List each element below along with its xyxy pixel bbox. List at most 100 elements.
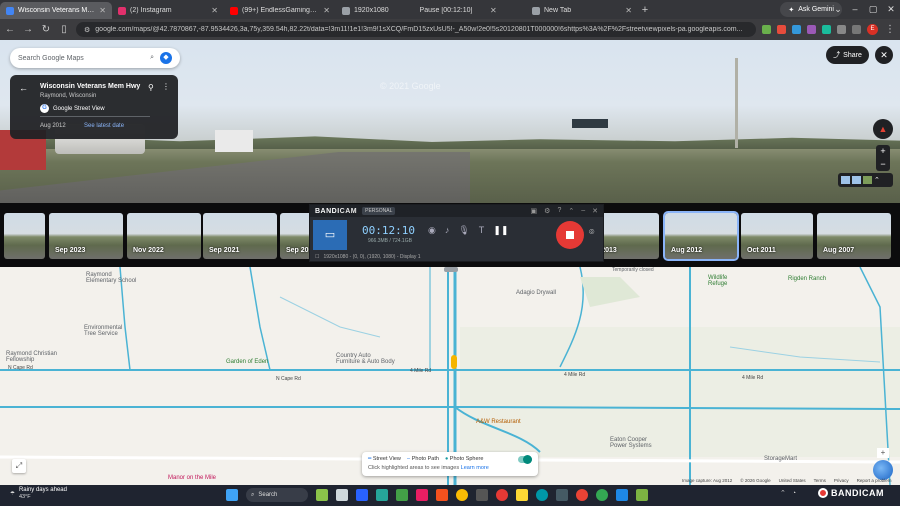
help-icon[interactable]: ? — [557, 207, 561, 215]
zoom-out-button[interactable]: − — [876, 158, 890, 171]
map-label-church[interactable]: Raymond Christian Fellowship — [6, 351, 57, 363]
app-icon[interactable] — [376, 489, 388, 501]
webcam-icon[interactable]: ◉ — [428, 225, 436, 236]
collapse-icon[interactable]: ⌃ — [568, 207, 574, 215]
extension-icon[interactable] — [807, 25, 816, 34]
file-explorer-icon[interactable] — [516, 489, 528, 501]
map-label-drywall[interactable]: Adagio Drywall — [516, 290, 556, 296]
see-latest-date-link[interactable]: See latest date — [84, 123, 124, 129]
display-checkbox[interactable]: ☐ — [315, 254, 319, 260]
search-box[interactable]: Search Google Maps ⌕ ◆ — [10, 48, 180, 68]
weather-widget[interactable]: ☂ Rainy days ahead 43°F — [10, 487, 67, 501]
app-icon[interactable] — [616, 489, 628, 501]
network-icon[interactable]: ◔ — [792, 490, 796, 497]
close-tab-icon[interactable]: ✕ — [99, 6, 106, 15]
expand-icon[interactable]: ⌃ — [874, 176, 880, 184]
extension-icon[interactable] — [822, 25, 831, 34]
app-icon[interactable] — [556, 489, 568, 501]
pegman-icon[interactable] — [451, 355, 457, 369]
chrome-icon[interactable] — [576, 489, 588, 501]
attribution-item[interactable]: Privacy — [834, 478, 849, 483]
close-tab-icon[interactable]: ✕ — [211, 6, 218, 15]
map-view[interactable]: Raymond Elementary School Environmental Tr… — [0, 267, 900, 485]
street-view-toggle[interactable] — [518, 455, 532, 464]
timeline-thumbnail[interactable]: Sep 2023 — [49, 213, 123, 259]
map-pin-icon[interactable]: ⚲ — [148, 83, 154, 92]
map-label-manor[interactable]: Manor on the Mile — [168, 475, 216, 481]
tab-search-icon[interactable]: ⌄ — [830, 0, 846, 19]
search-input[interactable]: Search Google Maps — [18, 55, 144, 62]
search-icon[interactable]: ⌕ — [150, 54, 154, 62]
microphone-icon[interactable]: 🎙 — [458, 225, 469, 236]
pause-icon[interactable]: ❚❚ — [493, 225, 508, 236]
bandicam-icon[interactable] — [496, 489, 508, 501]
minimize-button[interactable]: – — [581, 207, 585, 215]
timeline-thumbnail[interactable]: Aug 2007 — [817, 213, 891, 259]
menu-icon[interactable]: ⋮ — [884, 24, 896, 35]
attribution-item[interactable]: Report a problem — [857, 478, 892, 483]
close-tab-icon[interactable]: ✕ — [625, 6, 632, 15]
app-icon[interactable] — [636, 489, 648, 501]
vs-app-icon[interactable] — [356, 489, 368, 501]
folder-icon[interactable]: ▣ — [531, 207, 538, 215]
close-tab-icon[interactable]: ✕ — [490, 6, 497, 15]
reload-button[interactable]: ↻ — [40, 24, 52, 35]
extension-icon[interactable] — [762, 25, 771, 34]
widgets-icon[interactable] — [316, 489, 328, 501]
tab-new-tab[interactable]: New Tab ✕ — [526, 2, 638, 19]
map-label-wildlife[interactable]: Wildlife Refuge — [708, 275, 727, 287]
extension-icon[interactable] — [792, 25, 801, 34]
map-label-auto-body[interactable]: Country Auto Furniture & Auto Body — [336, 353, 395, 365]
app-icon[interactable] — [416, 489, 428, 501]
minimize-button[interactable]: – — [846, 0, 864, 19]
chevron-up-icon[interactable]: ⌃ — [780, 489, 786, 497]
map-label-school[interactable]: Raymond Elementary School — [86, 272, 136, 284]
map-label-eaton[interactable]: Eaton Cooper Power Systems — [610, 437, 652, 449]
puzzle-icon[interactable] — [837, 25, 846, 34]
share-button[interactable]: ⤴ Share — [826, 46, 869, 64]
timeline-thumbnail[interactable]: Oct 2011 — [741, 213, 813, 259]
map-label-aw[interactable]: A&W Restaurant — [476, 419, 521, 425]
address-bar[interactable]: ⚙ google.com/maps/@42.7870867,-87.953442… — [76, 22, 756, 37]
map-zoom-in-button[interactable]: + — [877, 448, 889, 458]
more-options-icon[interactable]: ⋮ — [162, 82, 170, 91]
screenshot-camera-icon[interactable]: ⌾ — [589, 227, 594, 238]
close-tab-icon[interactable]: ✕ — [323, 6, 330, 15]
back-button[interactable]: ← — [4, 24, 16, 35]
zoom-in-button[interactable]: + — [876, 145, 890, 158]
task-view-icon[interactable] — [336, 489, 348, 501]
timeline-thumbnail[interactable]: Sep 2021 — [203, 213, 277, 259]
timeline-thumbnail[interactable]: Aug 2012 — [663, 211, 739, 261]
back-arrow-icon[interactable]: ← — [19, 83, 28, 93]
side-panel-icon[interactable] — [852, 25, 861, 34]
globe-view-icon[interactable] — [873, 460, 893, 480]
windows-start-icon[interactable] — [226, 489, 238, 501]
profile-avatar[interactable]: E — [867, 24, 878, 35]
app-icon[interactable] — [436, 489, 448, 501]
map-label-ranch[interactable]: Rigden Ranch — [788, 276, 826, 282]
timeline-thumbnail[interactable]: Nov 2022 — [127, 213, 201, 259]
fullscreen-icon[interactable]: ⤢ — [12, 459, 26, 473]
speaker-icon[interactable]: ♪ — [445, 225, 450, 236]
app-icon[interactable] — [396, 489, 408, 501]
tab-recording[interactable]: 1920x1080 Pause [00:12:10] ✕ — [336, 2, 526, 19]
close-window-button[interactable]: ✕ — [882, 0, 900, 19]
forward-button[interactable]: → — [22, 24, 34, 35]
compass-icon[interactable]: ▲ — [873, 119, 893, 139]
chrome-icon[interactable] — [456, 489, 468, 501]
directions-icon[interactable]: ◆ — [160, 52, 172, 64]
learn-more-link[interactable]: Learn more — [461, 465, 489, 471]
site-info-icon[interactable]: ⚙ — [84, 26, 90, 34]
tab-instagram[interactable]: (2) Instagram ✕ — [112, 2, 224, 19]
maximize-button[interactable]: ▢ — [864, 0, 882, 19]
close-button[interactable]: ✕ — [592, 207, 598, 215]
attribution-item[interactable]: Terms — [814, 478, 826, 483]
map-label-storagemart[interactable]: StorageMart — [764, 456, 797, 462]
new-tab-button[interactable]: + — [638, 2, 652, 19]
map-label-garden[interactable]: Garden of Eden — [226, 359, 268, 365]
edge-icon[interactable] — [536, 489, 548, 501]
screen-mode-button[interactable]: ▭ — [313, 220, 347, 250]
sidebar-icon[interactable]: ▯ — [58, 24, 70, 35]
text-tool-icon[interactable]: T — [479, 225, 485, 236]
stop-recording-button[interactable] — [556, 221, 584, 249]
